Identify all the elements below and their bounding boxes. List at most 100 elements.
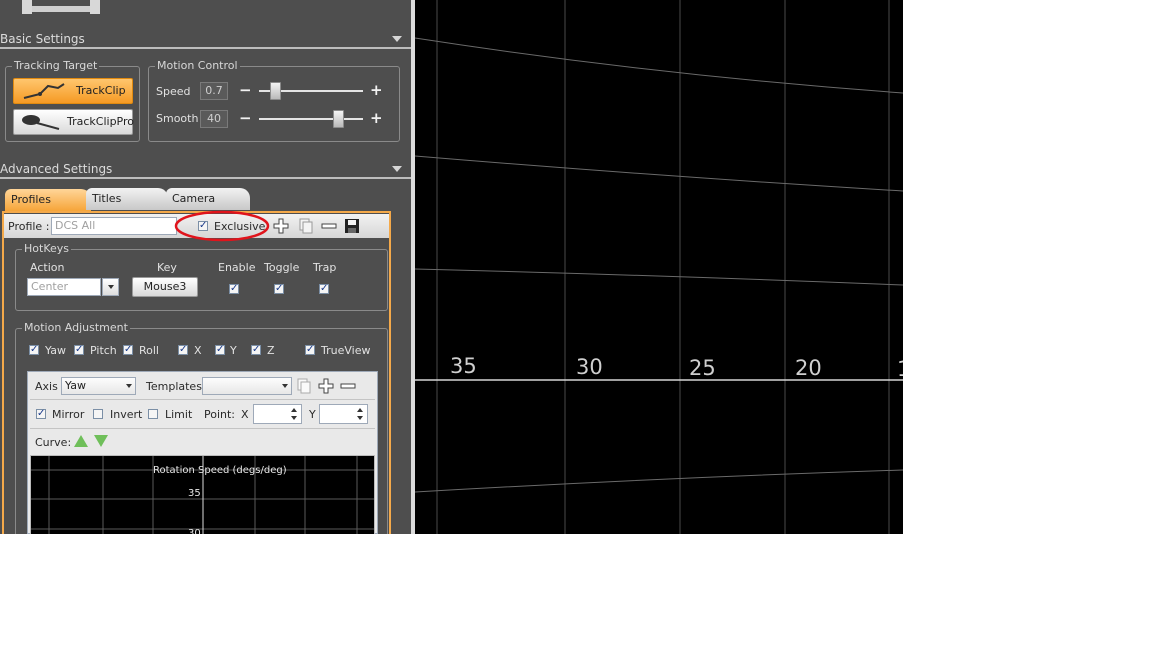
mirror-checkbox[interactable]: ✓	[36, 409, 46, 419]
trackclippro-icon	[22, 115, 60, 130]
enable-checkbox[interactable]: ✓	[229, 284, 239, 294]
x-tick-label: 35	[450, 354, 477, 378]
speed-minus-button[interactable]: −	[239, 83, 252, 98]
annotation-circle	[174, 210, 270, 242]
trap-checkbox[interactable]: ✓	[319, 284, 329, 294]
chevron-down-icon	[126, 384, 132, 388]
smooth-slider-track[interactable]	[259, 118, 363, 120]
tracking-target-title: Tracking Target	[12, 59, 100, 72]
trueview-checkbox[interactable]: ✓	[305, 345, 315, 355]
x-tick-label: 25	[689, 356, 716, 380]
trap-column-label: Trap	[313, 261, 337, 274]
curve-chart[interactable]: Rotation Speed (degs/deg) 35 30	[30, 455, 375, 534]
invert-checkbox[interactable]	[93, 409, 103, 419]
point-x-label: X	[241, 408, 249, 421]
pitch-checkbox[interactable]: ✓	[74, 345, 84, 355]
axis-select[interactable]: Yaw	[61, 377, 136, 395]
axis-select-value: Yaw	[65, 379, 86, 392]
smooth-value[interactable]: 40	[200, 110, 228, 128]
z-label: Z	[267, 344, 275, 357]
spin-down-icon[interactable]	[291, 416, 297, 420]
speed-value[interactable]: 0.7	[200, 82, 228, 100]
tab-profiles[interactable]: Profiles	[5, 189, 91, 211]
chevron-down-icon	[282, 384, 288, 388]
collapse-arrow-icon[interactable]	[392, 36, 402, 42]
x-tick-label: 30	[576, 355, 603, 379]
tab-profiles-label: Profiles	[11, 193, 51, 206]
device-image	[0, 0, 100, 16]
z-checkbox[interactable]: ✓	[251, 345, 261, 355]
smooth-label: Smooth	[156, 112, 199, 125]
y-checkbox[interactable]: ✓	[215, 345, 225, 355]
trackclip-button[interactable]: TrackClip	[13, 78, 133, 104]
profile-name-field[interactable]: DCS All	[51, 217, 177, 235]
point-y-label: Y	[309, 408, 316, 421]
invert-label: Invert	[110, 408, 143, 421]
trackclippro-button[interactable]: TrackClipPro	[13, 109, 135, 135]
tab-camera-label: Camera	[172, 192, 216, 205]
trackclip-icon	[23, 83, 65, 99]
mirror-label: Mirror	[52, 408, 85, 421]
trackclippro-label: TrackClipPro	[67, 115, 135, 128]
smooth-minus-button[interactable]: −	[239, 111, 252, 126]
curve-view[interactable]: 35 30 25 20 1	[415, 0, 903, 534]
move-up-arrow-icon[interactable]	[74, 435, 88, 447]
toggle-column-label: Toggle	[264, 261, 300, 274]
templates-select[interactable]	[202, 377, 292, 395]
copy-profile-icon[interactable]	[298, 218, 314, 234]
profile-label: Profile :	[8, 220, 50, 233]
speed-plus-button[interactable]: +	[370, 83, 383, 98]
action-column-label: Action	[30, 261, 65, 274]
limit-label: Limit	[165, 408, 193, 421]
limit-checkbox[interactable]	[148, 409, 158, 419]
yaw-label: Yaw	[45, 344, 66, 357]
motion-adjustment-title: Motion Adjustment	[22, 321, 130, 334]
motion-control-group: Motion Control Speed 0.7 − + Smooth 40 −…	[148, 59, 400, 142]
chevron-down-icon	[108, 285, 114, 289]
spin-down-icon[interactable]	[357, 416, 363, 420]
collapse-arrow-icon[interactable]	[392, 166, 402, 172]
add-profile-icon[interactable]	[273, 218, 289, 234]
curve-chart-tick-35: 35	[188, 488, 201, 499]
action-dropdown-button[interactable]	[102, 278, 119, 296]
x-checkbox[interactable]: ✓	[178, 345, 188, 355]
tab-titles-label: Titles	[92, 192, 122, 205]
point-x-spinner[interactable]	[253, 404, 302, 424]
smooth-plus-button[interactable]: +	[370, 111, 383, 126]
spin-up-icon[interactable]	[291, 408, 297, 412]
copy-template-icon[interactable]	[296, 378, 312, 394]
point-label: Point:	[204, 408, 236, 421]
x-label: X	[194, 344, 202, 357]
x-tick-label: 20	[795, 356, 822, 380]
move-down-arrow-icon[interactable]	[94, 435, 108, 447]
save-profile-icon[interactable]	[344, 218, 360, 234]
profile-bar: Profile : DCS All ✓ Exclusive	[4, 210, 389, 242]
add-template-icon[interactable]	[318, 378, 334, 394]
tab-titles[interactable]: Titles	[86, 188, 168, 210]
action-select[interactable]: Center	[27, 278, 101, 296]
trueview-label: TrueView	[321, 344, 371, 357]
enable-column-label: Enable	[218, 261, 256, 274]
x-tick-label: 1	[897, 357, 903, 381]
remove-template-icon[interactable]	[340, 378, 356, 394]
basic-settings-header[interactable]: Basic Settings	[0, 29, 411, 49]
y-label: Y	[230, 344, 237, 357]
curve-editor-panel: Axis Yaw Templates ✓ Mirror Invert Limit…	[27, 371, 378, 534]
smooth-slider-thumb[interactable]	[333, 110, 345, 128]
advanced-settings-header[interactable]: Advanced Settings	[0, 159, 411, 179]
speed-slider-thumb[interactable]	[270, 82, 282, 100]
tab-camera[interactable]: Camera	[166, 188, 250, 210]
key-button[interactable]: Mouse3	[132, 277, 198, 297]
basic-settings-title: Basic Settings	[0, 32, 85, 46]
toggle-checkbox[interactable]: ✓	[274, 284, 284, 294]
roll-checkbox[interactable]: ✓	[123, 345, 133, 355]
curve-label: Curve:	[35, 436, 72, 449]
tracking-target-group: Tracking Target TrackClip TrackClipPro	[5, 59, 140, 142]
point-y-spinner[interactable]	[319, 404, 368, 424]
motion-control-title: Motion Control	[155, 59, 240, 72]
spin-up-icon[interactable]	[357, 408, 363, 412]
templates-label: Templates	[146, 380, 202, 393]
remove-profile-icon[interactable]	[321, 218, 337, 234]
yaw-checkbox[interactable]: ✓	[29, 345, 39, 355]
key-column-label: Key	[157, 261, 177, 274]
